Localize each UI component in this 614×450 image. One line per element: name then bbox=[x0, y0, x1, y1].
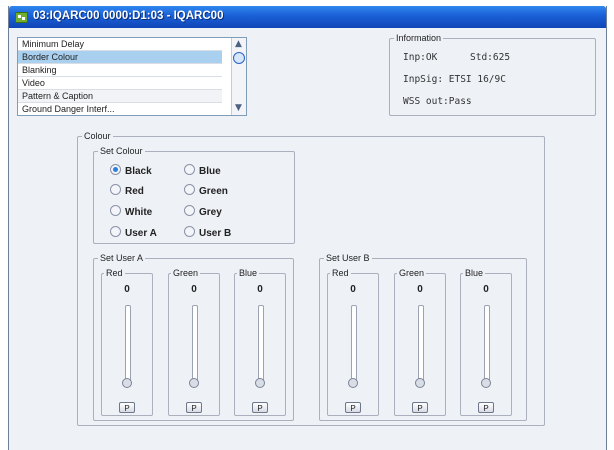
channel-value: 0 bbox=[191, 284, 197, 295]
input-status: Inp:OK bbox=[403, 52, 438, 63]
channel-value: 0 bbox=[417, 284, 423, 295]
radio-user-a[interactable]: User A bbox=[110, 226, 157, 240]
window-title: 03:IQARC00 0000:D1:03 - IQARC00 bbox=[33, 10, 224, 22]
wss-output-status: WSS out:Pass bbox=[403, 96, 472, 107]
slider-knob[interactable] bbox=[348, 378, 358, 388]
standard-status: Std:625 bbox=[470, 52, 511, 63]
radio-white[interactable]: White bbox=[110, 205, 152, 219]
preset-button[interactable]: P bbox=[345, 402, 361, 413]
channel-label: Red bbox=[104, 267, 125, 279]
radio-icon bbox=[184, 164, 195, 175]
set-user-b-legend: Set User B bbox=[324, 252, 372, 264]
list-item-minimum-delay[interactable]: Minimum Delay bbox=[18, 38, 222, 51]
radio-icon bbox=[184, 205, 195, 216]
channel-label: Green bbox=[171, 267, 201, 279]
slider-track[interactable] bbox=[125, 305, 131, 385]
list-item-video[interactable]: Video bbox=[18, 77, 222, 90]
radio-black[interactable]: Black bbox=[110, 164, 152, 178]
list-item-border-colour[interactable]: Border Colour bbox=[18, 51, 222, 64]
channel-label: Blue bbox=[463, 267, 486, 279]
preset-button[interactable]: P bbox=[412, 402, 428, 413]
channel-value: 0 bbox=[124, 284, 130, 295]
preset-button[interactable]: P bbox=[119, 402, 135, 413]
slider-knob[interactable] bbox=[415, 378, 425, 388]
slider-knob[interactable] bbox=[255, 378, 265, 388]
radio-green[interactable]: Green bbox=[184, 184, 228, 198]
radio-label-grey: Grey bbox=[199, 207, 222, 218]
input-signal-status: InpSig: ETSI 16/9C bbox=[403, 74, 506, 85]
slider-track[interactable] bbox=[418, 305, 424, 385]
channel-label: Blue bbox=[237, 267, 260, 279]
radio-icon bbox=[110, 184, 121, 195]
radio-label-blue: Blue bbox=[199, 166, 221, 177]
user-b-green-channel: Green 0 P bbox=[394, 267, 446, 416]
information-legend: Information bbox=[394, 32, 444, 44]
menu-listbox[interactable]: Minimum Delay Border Colour Blanking Vid… bbox=[17, 37, 247, 116]
slider-track[interactable] bbox=[258, 305, 264, 385]
title-bar[interactable]: 03:IQARC00 0000:D1:03 - IQARC00 bbox=[9, 6, 606, 28]
channel-label: Green bbox=[397, 267, 427, 279]
slider-track[interactable] bbox=[192, 305, 198, 385]
slider-track[interactable] bbox=[484, 305, 490, 385]
radio-icon bbox=[184, 226, 195, 237]
information-panel: Information Inp:OK Std:625 InpSig: ETSI … bbox=[389, 32, 596, 116]
set-user-a-legend: Set User A bbox=[98, 252, 146, 264]
list-scrollbar[interactable]: ▲ ▼ bbox=[231, 38, 246, 115]
scroll-down-icon[interactable]: ▼ bbox=[233, 103, 244, 114]
slider-knob[interactable] bbox=[481, 378, 491, 388]
radio-user-b[interactable]: User B bbox=[184, 226, 231, 240]
user-a-red-channel: Red 0 P bbox=[101, 267, 153, 416]
colour-legend: Colour bbox=[82, 130, 113, 142]
radio-icon bbox=[110, 205, 121, 216]
radio-label-red: Red bbox=[125, 186, 144, 197]
radio-checked-icon bbox=[110, 164, 121, 175]
channel-value: 0 bbox=[483, 284, 489, 295]
channel-value: 0 bbox=[257, 284, 263, 295]
slider-track[interactable] bbox=[351, 305, 357, 385]
radio-icon bbox=[110, 226, 121, 237]
scroll-thumb[interactable] bbox=[233, 52, 245, 64]
set-colour-legend: Set Colour bbox=[98, 145, 145, 157]
radio-label-black: Black bbox=[125, 166, 152, 177]
scroll-up-icon[interactable]: ▲ bbox=[233, 39, 244, 50]
slider-knob[interactable] bbox=[122, 378, 132, 388]
list-item-pattern-caption[interactable]: Pattern & Caption bbox=[18, 90, 222, 103]
radio-label-green: Green bbox=[199, 186, 228, 197]
slider-knob[interactable] bbox=[189, 378, 199, 388]
radio-label-user-b: User B bbox=[199, 228, 232, 239]
set-user-a-group: Set User A Red 0 P Green 0 P Blue 0 P bbox=[93, 252, 294, 421]
radio-label-user-a: User A bbox=[125, 228, 157, 239]
set-user-b-group: Set User B Red 0 P Green 0 P Blue 0 P bbox=[319, 252, 527, 421]
preset-button[interactable]: P bbox=[252, 402, 268, 413]
set-colour-group: Set Colour Black Blue Red Green White Gr… bbox=[93, 145, 295, 244]
channel-value: 0 bbox=[350, 284, 356, 295]
radio-blue[interactable]: Blue bbox=[184, 164, 221, 178]
user-b-red-channel: Red 0 P bbox=[327, 267, 379, 416]
user-a-blue-channel: Blue 0 P bbox=[234, 267, 286, 416]
preset-button[interactable]: P bbox=[186, 402, 202, 413]
radio-grey[interactable]: Grey bbox=[184, 205, 222, 219]
list-item-ground-danger[interactable]: Ground Danger Interf... bbox=[18, 103, 222, 115]
radio-icon bbox=[184, 184, 195, 195]
app-window-icon bbox=[15, 12, 28, 23]
preset-button[interactable]: P bbox=[478, 402, 494, 413]
radio-red[interactable]: Red bbox=[110, 184, 144, 198]
user-b-blue-channel: Blue 0 P bbox=[460, 267, 512, 416]
radio-label-white: White bbox=[125, 207, 153, 218]
channel-label: Red bbox=[330, 267, 351, 279]
list-item-blanking[interactable]: Blanking bbox=[18, 64, 222, 77]
user-a-green-channel: Green 0 P bbox=[168, 267, 220, 416]
